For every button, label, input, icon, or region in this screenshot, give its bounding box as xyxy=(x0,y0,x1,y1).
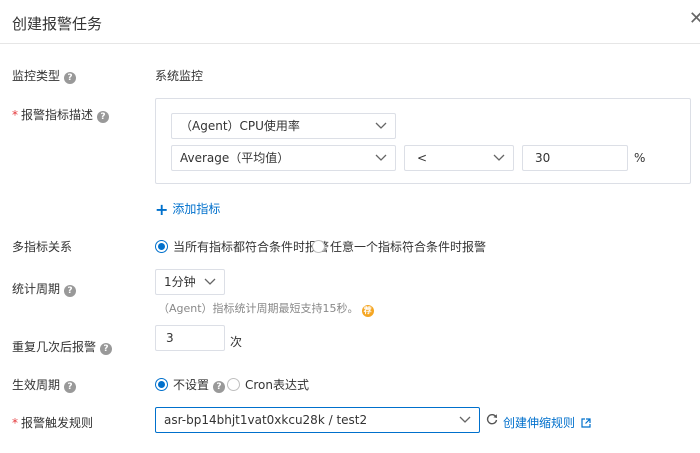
plus-icon: + xyxy=(155,200,169,219)
add-metric-link[interactable]: + 添加指标 xyxy=(155,200,220,219)
help-icon[interactable]: ? xyxy=(100,343,113,355)
metric-condition-box xyxy=(155,98,691,184)
effective-option-none[interactable]: 不设置? xyxy=(155,376,226,393)
repeat-unit: 次 xyxy=(230,335,243,349)
period-hint: （Agent）指标统计周期最短支持15秒。荐 xyxy=(158,302,374,317)
trigger-label: * 报警触发规则 xyxy=(12,416,94,430)
period-select[interactable]: 1分钟 xyxy=(155,269,225,295)
chevron-down-icon xyxy=(375,122,387,130)
help-icon[interactable]: ? xyxy=(64,381,77,393)
metric-desc-label: * 报警指标描述? xyxy=(12,106,110,123)
operator-select[interactable]: < xyxy=(404,145,514,171)
effective-option-cron[interactable]: Cron表达式 xyxy=(227,376,309,393)
recommend-icon: 荐 xyxy=(361,305,374,317)
close-icon[interactable]: ✕ xyxy=(689,8,700,29)
statistic-select[interactable]: Average（平均值） xyxy=(171,145,396,171)
refresh-icon[interactable] xyxy=(486,413,498,428)
create-scaling-rule-link[interactable]: 创建伸缩规则 xyxy=(503,414,591,431)
monitor-type-value: 系统监控 xyxy=(155,69,204,83)
trigger-rule-select[interactable]: asr-bp14bhjt1vat0xkcu28k / test2 xyxy=(155,407,480,433)
chevron-down-icon xyxy=(375,154,387,162)
radio-checked[interactable] xyxy=(155,240,168,253)
help-icon[interactable]: ? xyxy=(64,72,77,84)
external-link-icon xyxy=(581,417,591,431)
chevron-down-icon xyxy=(493,154,505,162)
threshold-unit: % xyxy=(634,151,646,165)
threshold-input[interactable]: 30 xyxy=(522,145,628,171)
chevron-down-icon xyxy=(204,278,216,286)
chevron-down-icon xyxy=(459,416,471,424)
help-icon[interactable]: ? xyxy=(213,381,226,393)
help-icon[interactable]: ? xyxy=(97,111,110,123)
relation-option-all[interactable]: 当所有指标都符合条件时报警 xyxy=(155,238,329,255)
radio-unchecked[interactable] xyxy=(312,240,325,253)
dialog-title: 创建报警任务 xyxy=(12,15,103,33)
radio-checked[interactable] xyxy=(155,378,168,391)
repeat-input[interactable]: 3 xyxy=(155,325,225,351)
multi-relation-label: 多指标关系 xyxy=(12,240,73,254)
relation-option-any[interactable]: 任意一个指标符合条件时报警 xyxy=(312,238,486,255)
metric-select[interactable]: （Agent）CPU使用率 xyxy=(171,113,396,139)
repeat-label: 重复几次后报警? xyxy=(12,338,113,355)
dialog-header: 创建报警任务 ✕ xyxy=(0,0,700,44)
effective-label: 生效周期? xyxy=(12,376,77,393)
period-label: 统计周期? xyxy=(12,280,77,297)
monitor-type-label: 监控类型? xyxy=(12,67,77,84)
help-icon[interactable]: ? xyxy=(64,285,77,297)
radio-unchecked[interactable] xyxy=(227,378,240,391)
